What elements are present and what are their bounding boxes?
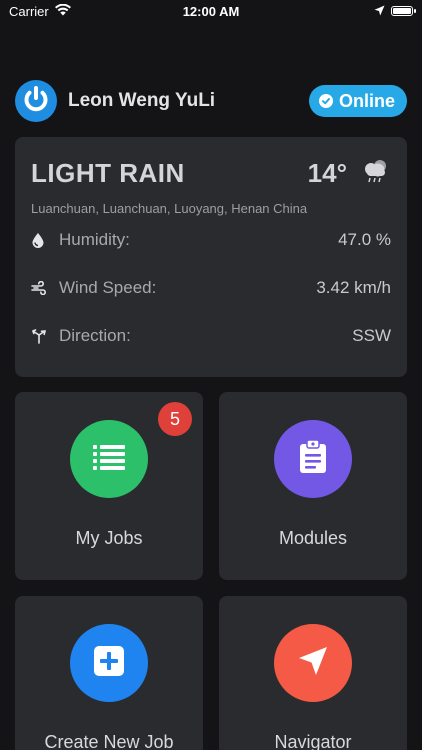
status-bar: Carrier 12:00 AM [0,0,422,22]
weather-row-wind-speed: Wind Speed: 3.42 km/h [31,264,391,312]
power-icon [15,78,57,125]
wind-icon [31,281,59,295]
clipboard-icon [299,438,327,479]
drop-icon [31,232,59,248]
wifi-icon [54,3,71,19]
cloud-rain-icon [361,158,391,189]
location-arrow-icon [374,4,385,19]
check-circle-icon [318,94,333,108]
plus-icon [93,645,125,682]
create-new-job-label: Create New Job [44,732,174,750]
online-status-badge[interactable]: Online [308,85,407,117]
navigator-label: Navigator [274,732,352,750]
list-icon [91,442,127,477]
my-jobs-label: My Jobs [75,528,143,548]
weather-card[interactable]: LIGHT RAIN 14° Luanchuan, Luanchuan, Luo… [15,137,407,377]
navigator-icon-circle [274,624,352,702]
modules-icon-circle [274,420,352,498]
weather-row-humidity: Humidity: 47.0 % [31,216,391,264]
my-jobs-icon-circle [70,420,148,498]
carrier-label: Carrier [9,3,49,19]
temperature: 14° [307,157,347,188]
modules-label: Modules [278,528,348,548]
humidity-label: Humidity: [59,230,130,249]
wind-speed-value: 3.42 km/h [316,278,391,297]
direction-icon [31,328,59,344]
tile-navigator[interactable]: Navigator [219,596,407,750]
tile-modules[interactable]: Modules [219,392,407,580]
weather-location: Luanchuan, Luanchuan, Luoyang, Henan Chi… [31,201,308,216]
online-status-label: Online [338,90,395,111]
home-screen: Carrier 12:00 AM Leon Weng YuLi Online L… [0,0,422,750]
my-jobs-count-badge: 5 [158,402,192,436]
tile-create-new-job[interactable]: Create New Job [15,596,203,750]
create-job-icon-circle [70,624,148,702]
direction-value: SSW [352,326,391,345]
direction-label: Direction: [59,326,131,345]
battery-icon [391,6,416,16]
navigation-arrow-icon [296,644,330,683]
weather-row-direction: Direction: SSW [31,312,391,360]
user-profile[interactable]: Leon Weng YuLi [15,80,215,122]
tile-my-jobs[interactable]: 5 My Jobs [15,392,203,580]
header: Leon Weng YuLi Online [15,80,407,122]
avatar[interactable] [15,80,57,122]
username: Leon Weng YuLi [68,90,216,111]
humidity-value: 47.0 % [338,230,391,249]
wind-speed-label: Wind Speed: [59,278,157,297]
weather-condition: LIGHT RAIN [31,157,185,188]
